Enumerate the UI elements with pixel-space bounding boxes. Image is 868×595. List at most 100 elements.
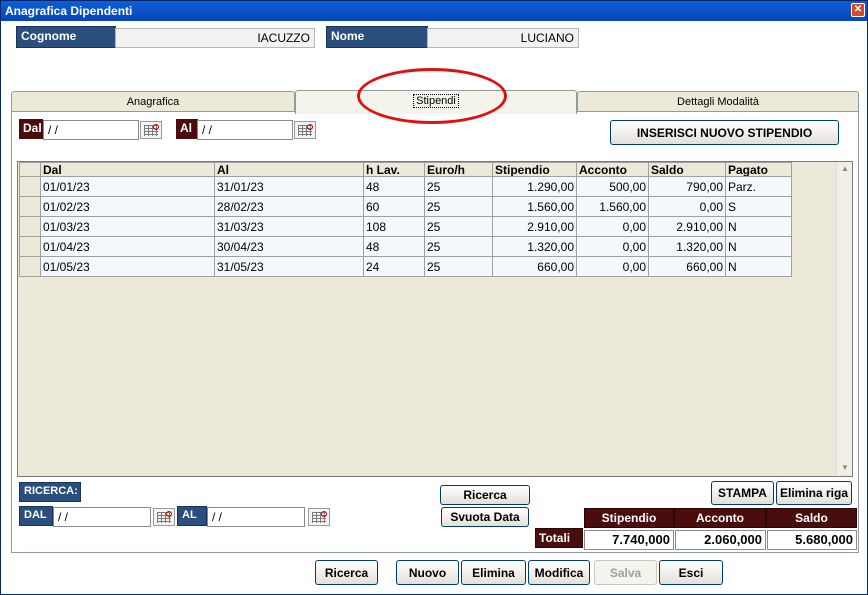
cell-al[interactable]: 30/04/23 <box>214 236 364 257</box>
search-ricerca-button[interactable]: Ricerca <box>440 485 530 505</box>
table-header-row: Dal Al h Lav. Euro/h Stipendio Acconto S… <box>19 162 792 177</box>
cell-acconto[interactable]: 0,00 <box>576 256 649 277</box>
cell-euro-h[interactable]: 25 <box>424 236 493 257</box>
search-dal-label: DAL <box>19 506 53 526</box>
cell-al[interactable]: 31/05/23 <box>214 256 364 277</box>
cell-acconto[interactable]: 500,00 <box>576 176 649 197</box>
cell-acconto[interactable]: 1.560,00 <box>576 196 649 217</box>
cell-acconto[interactable]: 0,00 <box>576 236 649 257</box>
column-header[interactable]: Acconto <box>576 162 649 177</box>
search-dal-input[interactable]: / / <box>53 507 151 527</box>
search-al-input[interactable]: / / <box>207 507 305 527</box>
cell-saldo[interactable]: 790,00 <box>648 176 726 197</box>
svuota-data-button[interactable]: Svuota Data <box>441 507 529 527</box>
row-selector[interactable] <box>19 256 41 277</box>
cognome-label: Cognome <box>16 26 116 48</box>
nome-field[interactable]: LUCIANO <box>427 28 579 48</box>
ricerca-button[interactable]: Ricerca <box>315 560 378 585</box>
cell-stipendio[interactable]: 2.910,00 <box>492 216 577 237</box>
cell-dal[interactable]: 01/04/23 <box>40 236 215 257</box>
cell-euro-h[interactable]: 25 <box>424 196 493 217</box>
cell-euro-h[interactable]: 25 <box>424 216 493 237</box>
cell-pagato[interactable]: N <box>725 216 792 237</box>
totals-saldo-value: 5.680,000 <box>767 530 857 550</box>
row-selector[interactable] <box>19 216 41 237</box>
row-selector[interactable] <box>19 236 41 257</box>
table-row[interactable]: 01/05/23 31/05/23 24 25 660,00 0,00 660,… <box>19 256 792 277</box>
column-header[interactable]: Dal <box>40 162 215 177</box>
elimina-button[interactable]: Elimina <box>461 560 526 585</box>
salary-table: Dal Al h Lav. Euro/h Stipendio Acconto S… <box>19 162 792 277</box>
cell-h-lav[interactable]: 48 <box>363 236 425 257</box>
totals-stipendio-header: Stipendio <box>584 508 674 528</box>
tab-anagrafica[interactable]: Anagrafica <box>11 91 295 112</box>
highlight-ellipse <box>357 68 507 124</box>
scroll-up-icon[interactable]: ▲ <box>837 162 853 176</box>
calendar-icon[interactable] <box>308 508 330 526</box>
stampa-button[interactable]: STAMPA <box>711 481 774 505</box>
column-header[interactable]: Pagato <box>725 162 792 177</box>
cell-h-lav[interactable]: 48 <box>363 176 425 197</box>
scroll-down-icon[interactable]: ▼ <box>837 461 853 475</box>
vertical-scrollbar[interactable]: ▲ ▼ <box>836 162 852 475</box>
tab-dettagli-modalita[interactable]: Dettagli Modalità <box>577 91 859 112</box>
cell-pagato[interactable]: N <box>725 236 792 257</box>
calendar-icon[interactable] <box>153 508 175 526</box>
cell-dal[interactable]: 01/05/23 <box>40 256 215 277</box>
cell-al[interactable]: 31/03/23 <box>214 216 364 237</box>
totals-acconto-header: Acconto <box>674 508 766 528</box>
title-bar: Anagrafica Dipendenti ✕ <box>1 1 867 21</box>
column-header[interactable]: Euro/h <box>424 162 493 177</box>
row-selector-header <box>19 162 41 177</box>
search-al-label: AL <box>177 506 207 526</box>
cell-dal[interactable]: 01/03/23 <box>40 216 215 237</box>
table-row[interactable]: 01/04/23 30/04/23 48 25 1.320,00 0,00 1.… <box>19 236 792 257</box>
column-header[interactable]: Stipendio <box>492 162 577 177</box>
row-selector[interactable] <box>19 196 41 217</box>
cell-h-lav[interactable]: 60 <box>363 196 425 217</box>
cell-dal[interactable]: 01/02/23 <box>40 196 215 217</box>
cell-saldo[interactable]: 2.910,00 <box>648 216 726 237</box>
cell-al[interactable]: 28/02/23 <box>214 196 364 217</box>
elimina-riga-button[interactable]: Elimina riga <box>776 481 852 505</box>
cell-stipendio[interactable]: 1.290,00 <box>492 176 577 197</box>
main-window: Anagrafica Dipendenti ✕ Cognome IACUZZO … <box>0 0 868 595</box>
cell-al[interactable]: 31/01/23 <box>214 176 364 197</box>
table-row[interactable]: 01/02/23 28/02/23 60 25 1.560,00 1.560,0… <box>19 196 792 217</box>
column-header[interactable]: Saldo <box>648 162 726 177</box>
cell-stipendio[interactable]: 660,00 <box>492 256 577 277</box>
table-row[interactable]: 01/01/23 31/01/23 48 25 1.290,00 500,00 … <box>19 176 792 197</box>
cell-h-lav[interactable]: 24 <box>363 256 425 277</box>
cell-dal[interactable]: 01/01/23 <box>40 176 215 197</box>
cell-acconto[interactable]: 0,00 <box>576 216 649 237</box>
cell-saldo[interactable]: 0,00 <box>648 196 726 217</box>
cell-saldo[interactable]: 660,00 <box>648 256 726 277</box>
totals-label: Totali <box>535 528 583 548</box>
cell-pagato[interactable]: Parz. <box>725 176 792 197</box>
calendar-icon[interactable] <box>294 121 316 139</box>
modifica-button[interactable]: Modifica <box>528 560 590 585</box>
window-title: Anagrafica Dipendenti <box>5 4 133 18</box>
cell-pagato[interactable]: S <box>725 196 792 217</box>
cell-pagato[interactable]: N <box>725 256 792 277</box>
cell-stipendio[interactable]: 1.560,00 <box>492 196 577 217</box>
cell-stipendio[interactable]: 1.320,00 <box>492 236 577 257</box>
al-filter-input[interactable]: / / <box>197 120 293 140</box>
nuovo-button[interactable]: Nuovo <box>396 560 459 585</box>
cell-h-lav[interactable]: 108 <box>363 216 425 237</box>
table-row[interactable]: 01/03/23 31/03/23 108 25 2.910,00 0,00 2… <box>19 216 792 237</box>
column-header[interactable]: h Lav. <box>363 162 425 177</box>
cell-euro-h[interactable]: 25 <box>424 256 493 277</box>
salva-button[interactable]: Salva <box>594 560 657 585</box>
insert-stipendio-button[interactable]: INSERISCI NUOVO STIPENDIO <box>610 120 839 145</box>
column-header[interactable]: Al <box>214 162 364 177</box>
calendar-icon[interactable] <box>140 121 162 139</box>
dal-filter-input[interactable]: / / <box>43 120 139 140</box>
nome-label: Nome <box>326 26 428 48</box>
row-selector[interactable] <box>19 176 41 197</box>
close-icon[interactable]: ✕ <box>851 3 865 17</box>
cell-saldo[interactable]: 1.320,00 <box>648 236 726 257</box>
cognome-field[interactable]: IACUZZO <box>115 28 315 48</box>
esci-button[interactable]: Esci <box>659 560 723 585</box>
cell-euro-h[interactable]: 25 <box>424 176 493 197</box>
